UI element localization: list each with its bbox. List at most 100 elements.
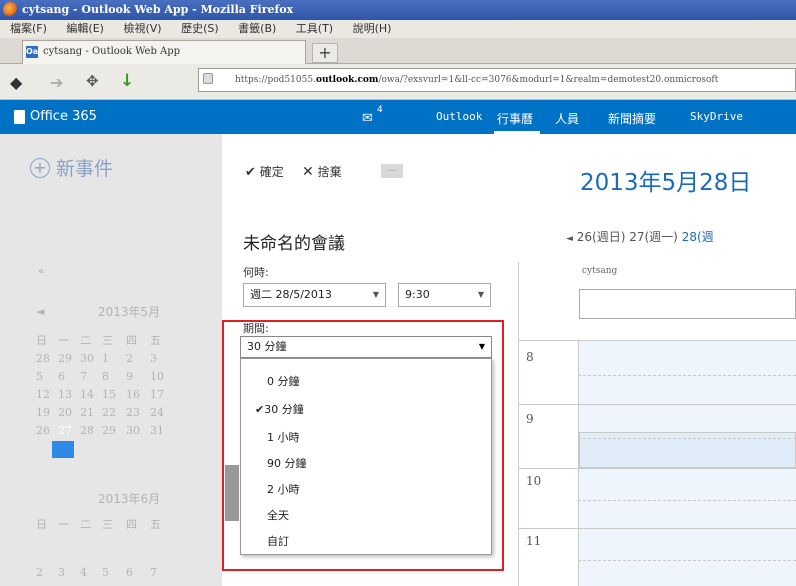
- minical-day[interactable]: 3: [58, 566, 65, 579]
- nav-calendar[interactable]: 行事曆: [497, 110, 533, 127]
- url-rest: /owa/?exsvurl=1&ll-cc=3076&modurl=1&real…: [378, 75, 719, 85]
- minical-day[interactable]: 13: [58, 388, 72, 401]
- prev-month-arrow-icon[interactable]: ◄: [36, 305, 44, 318]
- office-logo-icon: [14, 110, 25, 124]
- close-icon: ✕: [302, 164, 314, 180]
- menu-file[interactable]: 檔案(F): [10, 22, 47, 35]
- minical-day[interactable]: 4: [80, 566, 87, 579]
- menu-help[interactable]: 說明(H): [353, 22, 392, 35]
- office365-brand[interactable]: Office 365: [30, 109, 97, 124]
- chevron-down-icon: ▼: [477, 290, 484, 299]
- minical-day[interactable]: 14: [80, 388, 94, 401]
- minical-day[interactable]: 29: [102, 424, 116, 437]
- day-link-current[interactable]: 28(週: [682, 230, 714, 244]
- minical-day[interactable]: 27: [58, 424, 72, 437]
- half-hour-line: [578, 375, 796, 376]
- meeting-title[interactable]: 未命名的會議: [243, 229, 345, 254]
- minical-day[interactable]: 26: [36, 424, 50, 437]
- download-arrow-icon[interactable]: ↓: [120, 71, 134, 91]
- minical-day[interactable]: 17: [150, 388, 164, 401]
- time-value: 9:30: [405, 288, 430, 301]
- weekday-label: 三: [102, 518, 113, 531]
- menu-history[interactable]: 歷史(S): [181, 22, 219, 35]
- minical-day[interactable]: 28: [36, 352, 50, 365]
- minical-day[interactable]: 3: [150, 352, 157, 365]
- highlight-box: [222, 320, 504, 571]
- home-icon[interactable]: ✥: [86, 72, 99, 90]
- minical-day[interactable]: 29: [58, 352, 72, 365]
- minical-day[interactable]: 24: [150, 406, 164, 419]
- minical-day[interactable]: 19: [36, 406, 50, 419]
- menu-tools[interactable]: 工具(T): [296, 22, 333, 35]
- date-value: 週二 28/5/2013: [250, 288, 332, 301]
- minical-day[interactable]: 31: [150, 424, 164, 437]
- minical-day[interactable]: 5: [36, 370, 43, 383]
- firefox-icon: [3, 2, 18, 17]
- more-options-button[interactable]: ...: [381, 164, 403, 178]
- minical-day[interactable]: 30: [80, 352, 94, 365]
- minical-day[interactable]: 6: [126, 566, 133, 579]
- hour-label: 8: [526, 350, 534, 364]
- minical-day[interactable]: 2: [126, 352, 133, 365]
- new-event-button[interactable]: 新事件: [56, 154, 113, 181]
- weekday-label: 二: [80, 334, 91, 347]
- hour-label: 9: [526, 412, 534, 426]
- menu-edit[interactable]: 編輯(E): [66, 22, 104, 35]
- new-tab-button[interactable]: +: [312, 43, 338, 63]
- url-domain: outlook.com: [315, 75, 379, 85]
- minical-day[interactable]: 21: [80, 406, 94, 419]
- chevron-down-icon: ▼: [372, 290, 379, 299]
- calendar-date-title: 2013年5月28日: [580, 170, 752, 196]
- minical-day[interactable]: 10: [150, 370, 164, 383]
- minical-day[interactable]: 5: [102, 566, 109, 579]
- day-link[interactable]: 26(週日): [577, 230, 626, 244]
- minical-day[interactable]: 28: [80, 424, 94, 437]
- add-circle-icon[interactable]: +: [30, 158, 50, 178]
- menu-bar: 檔案(F) 編輯(E) 檢視(V) 歷史(S) 書籤(B) 工具(T) 說明(H…: [0, 20, 796, 38]
- nav-newsfeed[interactable]: 新聞摘要: [608, 110, 656, 127]
- minical-day[interactable]: 2: [36, 566, 43, 579]
- minical-day[interactable]: 15: [102, 388, 116, 401]
- minical-day[interactable]: 23: [126, 406, 140, 419]
- back-arrow-icon[interactable]: ◆: [10, 73, 22, 92]
- minical-day[interactable]: 16: [126, 388, 140, 401]
- day-link[interactable]: 27(週一): [629, 230, 678, 244]
- o365-header: [0, 100, 796, 134]
- discard-button[interactable]: ✕ 捨棄: [302, 163, 342, 180]
- collapse-pane-button[interactable]: «: [38, 266, 44, 277]
- minical-day[interactable]: 22: [102, 406, 116, 419]
- menu-bookmarks[interactable]: 書籤(B): [238, 22, 276, 35]
- forward-arrow-icon[interactable]: ➔: [50, 73, 63, 92]
- nav-people[interactable]: 人員: [555, 110, 579, 127]
- minical-day[interactable]: 7: [150, 566, 157, 579]
- weekday-label: 一: [58, 518, 69, 531]
- lock-icon: [203, 73, 213, 84]
- mail-icon[interactable]: ✉: [362, 111, 373, 126]
- ok-button[interactable]: ✔ 確定: [245, 163, 284, 180]
- minical-day[interactable]: 1: [102, 352, 109, 365]
- minical-day[interactable]: 12: [36, 388, 50, 401]
- minical-day[interactable]: 9: [126, 370, 133, 383]
- minical-may: 28 29 30 1 2 3 5 6 7 8 9 10 12 13 14 15 16 17 19 20 21 22 23 24…: [36, 352, 216, 452]
- month-may-label: 2013年5月: [98, 305, 161, 319]
- weekday-label: 三: [102, 334, 113, 347]
- nav-skydrive[interactable]: SkyDrive: [690, 110, 743, 123]
- weekday-label: 日: [36, 334, 47, 347]
- menu-view[interactable]: 檢視(V): [123, 22, 161, 35]
- minical-day[interactable]: 7: [80, 370, 87, 383]
- url-bar[interactable]: https://pod51055.outlook.com/owa/?exsvur…: [198, 68, 796, 92]
- prev-day-arrow-icon[interactable]: ◄: [566, 234, 573, 244]
- minical-day[interactable]: 30: [126, 424, 140, 437]
- minical-day[interactable]: 6: [58, 370, 65, 383]
- hour-line: [518, 404, 796, 405]
- minical-day[interactable]: 20: [58, 406, 72, 419]
- nav-outlook[interactable]: Outlook: [436, 110, 482, 123]
- minical-day[interactable]: 8: [102, 370, 109, 383]
- time-select[interactable]: 9:30 ▼: [398, 283, 491, 307]
- weekday-label: 四: [126, 334, 137, 347]
- weekday-label: 四: [126, 518, 137, 531]
- all-day-slot[interactable]: [579, 289, 796, 319]
- weekday-label: 五: [150, 334, 161, 347]
- date-select[interactable]: 週二 28/5/2013 ▼: [243, 283, 386, 307]
- browser-tab[interactable]: cytsang - Outlook Web App: [22, 40, 306, 64]
